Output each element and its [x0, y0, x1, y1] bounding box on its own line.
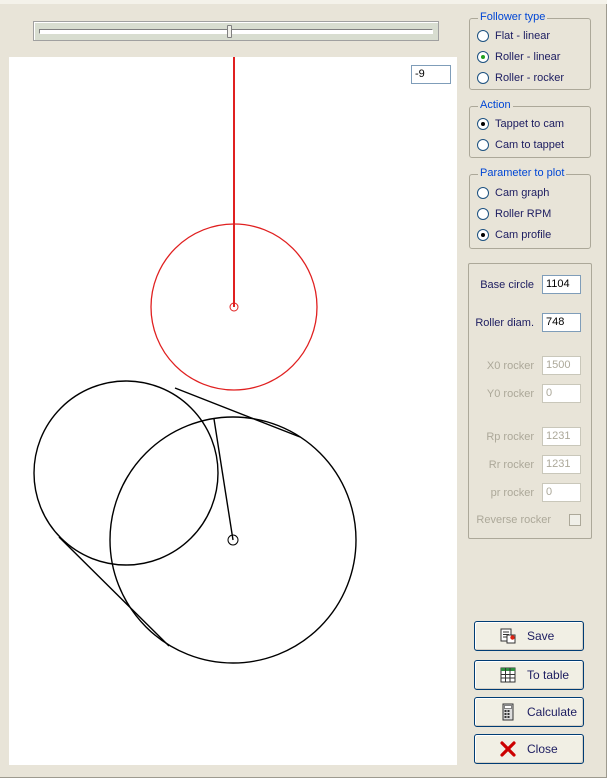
cam-drawing-svg	[33, 57, 357, 664]
radio-label: Roller - linear	[495, 51, 561, 63]
radio-button[interactable]	[477, 118, 489, 130]
radio-label: Cam to tappet	[495, 139, 565, 151]
cam-radius-line	[213, 418, 234, 541]
radio-label: Flat - linear	[495, 30, 551, 42]
reverse-rocker-checkbox[interactable]	[569, 514, 581, 526]
action-title: Action	[478, 99, 513, 111]
calculate-label: Calculate	[527, 705, 578, 719]
radio-label: Cam graph	[495, 187, 550, 199]
save-icon	[499, 627, 517, 645]
base-circle-label: Base circle	[480, 279, 534, 291]
radio-cam-graph[interactable]: Cam graph	[477, 185, 549, 201]
rp-rocker-label: Rp rocker	[486, 431, 534, 443]
radio-label: Roller RPM	[495, 208, 552, 220]
rr-rocker-label: Rr rocker	[488, 459, 534, 471]
radio-flat-linear[interactable]: Flat - linear	[477, 28, 550, 44]
to-table-button[interactable]: To table	[474, 660, 584, 690]
x0-rocker-label: X0 rocker	[486, 360, 534, 372]
roller-diam-input[interactable]: 748	[542, 313, 581, 332]
radio-roller-linear[interactable]: Roller - linear	[477, 49, 560, 65]
pr-rocker-label: pr rocker	[490, 487, 534, 499]
y0-rocker-label: Y0 rocker	[486, 388, 534, 400]
pr-rocker-input[interactable]: 0	[542, 483, 581, 502]
radio-roller-rocker[interactable]: Roller - rocker	[477, 70, 564, 86]
radio-label: Cam profile	[495, 229, 552, 241]
parameters-panel: Base circle 1104 Roller diam. 748 X0 roc…	[468, 263, 592, 539]
radio-cam-to-tappet[interactable]: Cam to tappet	[477, 137, 564, 153]
radio-roller-rpm[interactable]: Roller RPM	[477, 206, 551, 222]
radio-tappet-to-cam[interactable]: Tappet to cam	[477, 116, 564, 132]
close-label: Close	[527, 742, 558, 756]
follower-type-title: Follower type	[478, 11, 548, 23]
radio-button[interactable]	[477, 51, 489, 63]
close-icon	[499, 740, 517, 758]
radio-cam-profile[interactable]: Cam profile	[477, 227, 551, 243]
radio-button[interactable]	[477, 229, 489, 241]
slider-track	[39, 29, 433, 34]
radio-button[interactable]	[477, 208, 489, 220]
reverse-rocker-label: Reverse rocker	[476, 514, 551, 526]
cam-drawing-canvas	[9, 57, 457, 765]
radio-button[interactable]	[477, 72, 489, 84]
table-icon	[499, 666, 517, 684]
angle-display[interactable]: -9	[411, 65, 451, 84]
calculator-icon	[499, 703, 517, 721]
window-top-edge	[0, 0, 607, 4]
close-button[interactable]: Close	[474, 734, 584, 764]
radio-label: Roller - rocker	[495, 72, 565, 84]
cam-tangent-bottom	[58, 536, 170, 647]
parameter-to-plot-title: Parameter to plot	[478, 167, 567, 179]
save-button[interactable]: Save	[474, 621, 584, 651]
radio-button[interactable]	[477, 139, 489, 151]
rr-rocker-input[interactable]: 1231	[542, 455, 581, 474]
cam-angle-slider[interactable]	[33, 21, 439, 41]
x0-rocker-input[interactable]: 1500	[542, 356, 581, 375]
cam-lobe-circle	[33, 380, 219, 566]
radio-label: Tappet to cam	[495, 118, 565, 130]
to-table-label: To table	[527, 668, 570, 682]
action-group: Action Tappet to cam Cam to tappet	[469, 99, 591, 158]
parameter-to-plot-group: Parameter to plot Cam graph Roller RPM C…	[469, 167, 591, 249]
cam-tangent-top	[174, 387, 301, 438]
base-circle-input[interactable]: 1104	[542, 275, 581, 294]
slider-thumb[interactable]	[227, 25, 233, 38]
cam-design-window: -9 Follower type Flat - linear Roller - …	[0, 0, 607, 778]
rp-rocker-input[interactable]: 1231	[542, 427, 581, 446]
calculate-button[interactable]: Calculate	[474, 697, 584, 727]
radio-button[interactable]	[477, 187, 489, 199]
save-label: Save	[527, 629, 555, 643]
roller-diam-label: Roller diam.	[475, 317, 534, 329]
y0-rocker-input[interactable]: 0	[542, 384, 581, 403]
radio-button[interactable]	[477, 30, 489, 42]
follower-type-group: Follower type Flat - linear Roller - lin…	[469, 11, 591, 90]
